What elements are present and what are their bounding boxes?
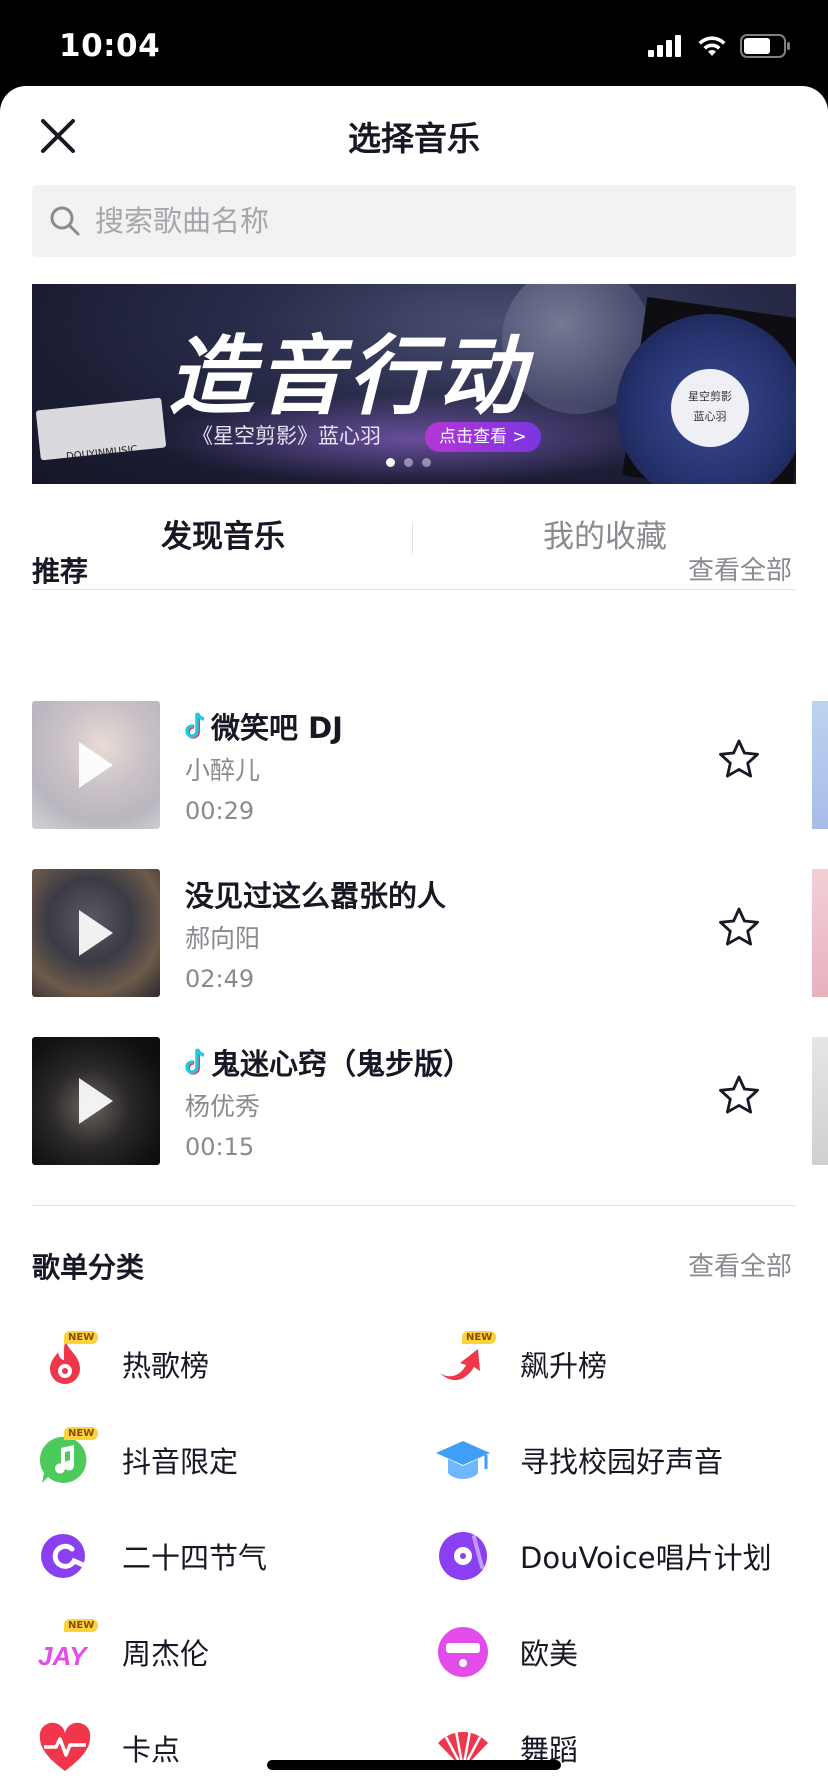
category-douyin-exclusive[interactable]: NEW 抖音限定 <box>36 1427 238 1491</box>
banner-page-indicator <box>386 458 431 467</box>
music-picker-sheet: 选择音乐 星空剪影 蓝心羽 DOUYINMUSIC 造音行动 《星空剪影》蓝心羽… <box>0 86 828 1792</box>
song-title: 鬼迷心窍（鬼步版） <box>185 1041 472 1083</box>
banner-subtitle: 《星空剪影》蓝心羽 <box>192 424 381 448</box>
cellular-signal-icon <box>648 35 681 57</box>
music-note-bubble-icon: NEW <box>36 1427 99 1489</box>
new-badge: NEW <box>64 1331 99 1344</box>
jay-text-icon: JAY NEW <box>36 1619 99 1681</box>
song-cover[interactable] <box>32 869 160 997</box>
search-bar[interactable] <box>32 185 796 257</box>
category-campus-voice[interactable]: 寻找校园好声音 <box>434 1429 723 1491</box>
category-rising-chart[interactable]: NEW 飙升榜 <box>434 1331 607 1395</box>
category-western[interactable]: 欧美 <box>434 1621 578 1683</box>
vinyl-record-icon <box>434 1527 492 1585</box>
new-badge: NEW <box>64 1427 99 1440</box>
song-row[interactable]: 微笑吧 DJ 小醉儿 00:29 <box>32 701 796 829</box>
song-cover[interactable] <box>32 701 160 829</box>
favorite-star-icon[interactable] <box>716 905 762 951</box>
douyin-note-icon <box>185 712 205 739</box>
category-jay-chou[interactable]: JAY NEW 周杰伦 <box>36 1619 209 1683</box>
play-icon[interactable] <box>75 1075 115 1127</box>
search-input[interactable] <box>95 204 735 238</box>
svg-text:JAY: JAY <box>38 1641 89 1671</box>
swirl-icon <box>36 1527 94 1585</box>
new-badge: NEW <box>64 1619 99 1632</box>
song-cover[interactable] <box>32 1037 160 1165</box>
section-divider <box>32 1205 796 1206</box>
next-card-peek <box>812 1037 828 1165</box>
category-hot-songs[interactable]: NEW 热歌榜 <box>36 1331 209 1395</box>
category-solar-terms[interactable]: 二十四节气 <box>36 1525 267 1587</box>
status-time: 10:04 <box>59 28 161 64</box>
banner-dot <box>386 458 395 467</box>
song-artist: 小醉儿 <box>185 756 261 785</box>
fire-icon: NEW <box>36 1331 99 1393</box>
song-artist: 杨优秀 <box>185 1092 261 1121</box>
music-tabs: 发现音乐 我的收藏 <box>32 484 796 590</box>
new-badge: NEW <box>462 1331 497 1344</box>
status-bar: 10:04 <box>0 0 828 88</box>
tab-discover-music[interactable]: 发现音乐 <box>32 484 414 589</box>
battery-icon <box>740 34 790 58</box>
category-douvoice-records[interactable]: DouVoice唱片计划 <box>434 1525 772 1587</box>
category-beat-sync[interactable]: 卡点 <box>36 1717 180 1779</box>
search-icon <box>50 206 80 236</box>
home-indicator <box>267 1760 561 1770</box>
song-duration: 02:49 <box>185 965 255 993</box>
recommend-section-title: 推荐 <box>32 555 89 588</box>
song-duration: 00:15 <box>185 1133 255 1161</box>
next-card-peek <box>812 701 828 829</box>
heartbeat-icon <box>36 1719 94 1777</box>
song-title: 没见过这么嚣张的人 <box>185 879 447 913</box>
banner-cta-button[interactable]: 点击查看 > <box>425 422 541 452</box>
wifi-icon <box>698 36 726 56</box>
douyin-note-icon <box>185 1048 205 1075</box>
favorite-star-icon[interactable] <box>716 737 762 783</box>
song-title: 微笑吧 DJ <box>185 705 343 747</box>
face-sunglasses-icon <box>434 1623 492 1681</box>
page-title: 选择音乐 <box>348 119 480 158</box>
disc-label: 星空剪影 蓝心羽 <box>671 369 749 447</box>
song-row[interactable]: 鬼迷心窍（鬼步版） 杨优秀 00:15 <box>32 1037 796 1165</box>
play-icon[interactable] <box>75 739 115 791</box>
favorite-star-icon[interactable] <box>716 1073 762 1119</box>
banner-dot <box>404 458 413 467</box>
graduation-cap-icon <box>434 1431 492 1489</box>
promo-banner[interactable]: 星空剪影 蓝心羽 DOUYINMUSIC 造音行动 《星空剪影》蓝心羽 点击查看… <box>32 284 796 484</box>
next-card-peek <box>812 869 828 997</box>
song-artist: 郝向阳 <box>185 924 261 953</box>
rising-arrow-icon: NEW <box>434 1331 497 1393</box>
banner-dot <box>422 458 431 467</box>
song-duration: 00:29 <box>185 797 255 825</box>
playlist-categories-see-all-link[interactable]: 查看全部 <box>688 1246 792 1283</box>
play-icon[interactable] <box>75 907 115 959</box>
recommend-see-all-link[interactable]: 查看全部 <box>688 550 792 587</box>
status-icons <box>648 34 792 58</box>
banner-headline: 造音行动 <box>168 327 528 427</box>
song-row[interactable]: 没见过这么嚣张的人 郝向阳 02:49 <box>32 869 796 997</box>
playlist-categories-title: 歌单分类 <box>32 1251 145 1284</box>
